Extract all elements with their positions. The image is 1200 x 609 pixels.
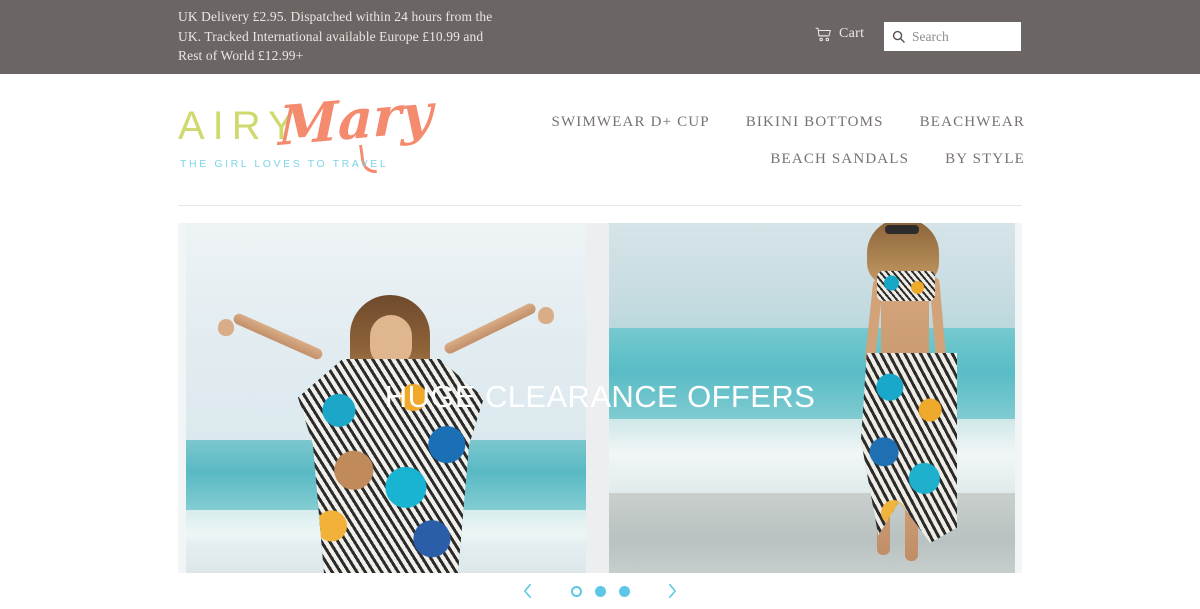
logo-tagline: THE GIRL LOVES TO TRAVEL (180, 158, 389, 170)
nav-item-bikini-bottoms[interactable]: BIKINI BOTTOMS (746, 114, 884, 131)
hero-slides (178, 223, 1022, 573)
shopping-cart-icon (815, 27, 832, 42)
slide-left-margin (178, 223, 186, 573)
surf-foam (609, 419, 1022, 496)
sky-backdrop (609, 223, 1022, 328)
printed-bikini-top (877, 271, 935, 301)
site-header: AIRY Mary THE GIRL LOVES TO TRAVEL SWIMW… (0, 74, 1200, 206)
sunglasses (885, 225, 919, 234)
carousel-next-button[interactable] (656, 578, 690, 604)
model-left-hand (218, 319, 234, 336)
main-navigation: SWIMWEAR D+ CUP BIKINI BOTTOMS BEACHWEAR… (540, 104, 1025, 178)
nav-row-two: BEACH SANDALS BY STYLE (540, 141, 1025, 178)
nav-row-one: SWIMWEAR D+ CUP BIKINI BOTTOMS BEACHWEAR (540, 104, 1025, 141)
carousel-dot-1[interactable] (570, 585, 582, 597)
carousel-dots (570, 585, 630, 597)
carousel-dot-2[interactable] (594, 585, 606, 597)
search-icon (892, 30, 905, 43)
printed-kaftan-garment (298, 359, 484, 573)
carousel-dot-3[interactable] (618, 585, 630, 597)
nav-item-swimwear-d-cup[interactable]: SWIMWEAR D+ CUP (552, 114, 710, 131)
chevron-right-icon (667, 583, 678, 599)
hero-slide-sarong[interactable] (609, 223, 1022, 573)
nav-item-by-style[interactable]: BY STYLE (945, 151, 1025, 168)
carousel-prev-button[interactable] (511, 578, 545, 604)
nav-item-beachwear[interactable]: BEACHWEAR (920, 114, 1025, 131)
nav-item-beach-sandals[interactable]: BEACH SANDALS (770, 151, 909, 168)
sand-backdrop (609, 492, 1022, 573)
sea-backdrop (609, 328, 1022, 426)
logo-word-mary: Mary (277, 80, 434, 159)
model-right-hand (538, 307, 554, 324)
hero-slideshow[interactable]: HUGE CLEARANCE OFFERS (178, 223, 1022, 573)
header-divider (178, 205, 1022, 206)
search-box[interactable] (884, 22, 1021, 51)
cart-label: Cart (839, 26, 865, 41)
search-input[interactable] (912, 22, 1013, 51)
slide-right-margin (1015, 223, 1022, 573)
slide-gutter (586, 223, 609, 573)
site-logo[interactable]: AIRY Mary THE GIRL LOVES TO TRAVEL (178, 80, 433, 178)
announcement-bar: UK Delivery £2.95. Dispatched within 24 … (0, 0, 1200, 74)
chevron-left-icon (522, 583, 533, 599)
hero-slide-kaftan[interactable] (178, 223, 586, 573)
cart-link[interactable]: Cart (815, 26, 864, 42)
delivery-note: UK Delivery £2.95. Dispatched within 24 … (178, 9, 493, 63)
carousel-controls (0, 573, 1200, 609)
